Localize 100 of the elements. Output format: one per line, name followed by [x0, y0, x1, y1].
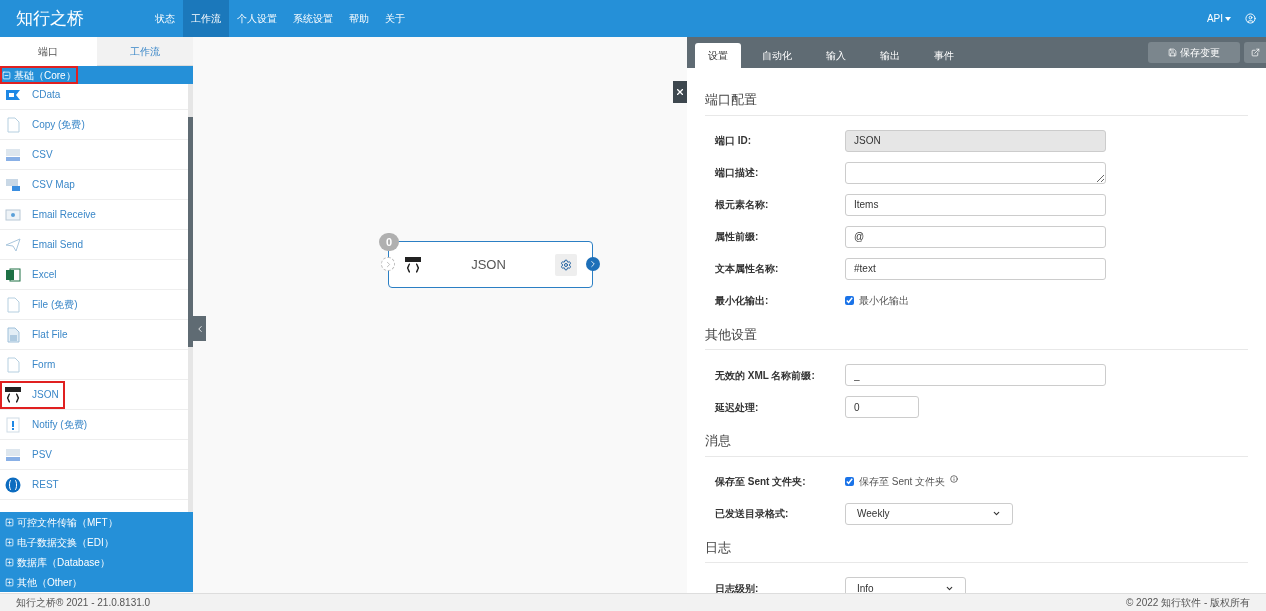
panel-tab[interactable]: 输出 — [867, 43, 913, 68]
connector-item[interactable]: Form — [0, 350, 188, 380]
spreadsheet-file-icon — [5, 147, 21, 162]
save-icon — [1168, 48, 1177, 57]
map-file-icon — [5, 177, 21, 192]
document-icon — [6, 356, 20, 373]
info-icon[interactable] — [950, 474, 959, 483]
connector-item[interactable]: PSV — [0, 440, 188, 470]
panel-tab[interactable]: 自动化 — [749, 43, 805, 68]
connector-label: Excel — [32, 268, 57, 282]
nav-link[interactable]: 个人设置 — [229, 0, 285, 37]
logo[interactable]: 知行之桥 — [0, 0, 147, 37]
nav-link[interactable]: 关于 — [377, 0, 413, 37]
panel-tab[interactable]: 输入 — [813, 43, 859, 68]
connector-label: PSV — [32, 448, 52, 462]
group-label: 基础（Core） — [14, 68, 76, 83]
text-field[interactable]: @ — [845, 225, 1106, 248]
connector-label: CSV — [32, 148, 53, 162]
envelope-icon — [5, 208, 21, 221]
group-header[interactable]: 数据库（Database） — [0, 552, 193, 572]
group-header[interactable]: 电子数据交换（EDI） — [0, 532, 193, 552]
field-label: 保存至 Sent 文件夹: — [714, 475, 807, 489]
group-header[interactable]: 基础（Core） — [0, 66, 193, 84]
connector-label: Email Send — [32, 238, 84, 252]
field-label: 最小化输出: — [714, 294, 770, 308]
json-file-icon — [4, 385, 22, 404]
node-badge: 0 — [379, 233, 399, 251]
version-text: 知行之桥® 2021 - 21.0.8131.0 — [16, 596, 151, 610]
json-file-icon — [404, 255, 422, 274]
panel-tab[interactable]: 设置 — [695, 43, 741, 68]
text-field[interactable]: Items — [845, 193, 1106, 216]
input-port[interactable] — [381, 257, 395, 271]
collapse-handle[interactable] — [193, 316, 206, 341]
group-header[interactable]: 可控文件传输（MFT） — [0, 512, 193, 532]
checkbox-label: 最小化输出 — [859, 294, 909, 308]
alert-icon — [6, 416, 20, 433]
dropdown[interactable]: Weekly — [845, 502, 1013, 525]
connector-item[interactable]: REST — [0, 470, 188, 500]
document-icon — [6, 296, 20, 313]
connector-label: Form — [32, 358, 56, 372]
nav-link[interactable]: 状态 — [147, 0, 183, 37]
field-label: 属性前缀: — [714, 230, 760, 244]
nav-link[interactable]: 工作流 — [183, 0, 229, 37]
external-link-icon — [1250, 48, 1260, 57]
caret-icon — [1225, 16, 1231, 21]
field-label: 延迟处理: — [713, 400, 760, 415]
close-button[interactable] — [673, 81, 687, 103]
chevron-down-icon — [992, 509, 1001, 518]
checkbox[interactable] — [845, 477, 854, 486]
connector-item[interactable]: Notify (免费) — [0, 410, 188, 440]
connector-label: CSV Map — [32, 178, 75, 192]
expand-icon — [5, 517, 14, 527]
rest-icon — [5, 476, 21, 493]
document-icon — [6, 116, 20, 133]
connector-item[interactable]: Flat File — [0, 320, 188, 350]
paper-plane-icon — [5, 237, 21, 252]
output-port[interactable] — [586, 257, 600, 271]
connector-label: File (免费) — [32, 298, 78, 312]
gear-icon — [560, 258, 572, 271]
open-external-button[interactable] — [1244, 42, 1266, 63]
connector-item[interactable]: CSV Map — [0, 170, 188, 200]
settings-button[interactable] — [555, 253, 577, 276]
field-label: 端口描述: — [714, 166, 760, 180]
expand-icon — [5, 577, 14, 587]
section-title: 端口配置 — [705, 90, 1248, 116]
nav-link[interactable]: 帮助 — [341, 0, 377, 37]
text-field[interactable]: #text — [845, 257, 1106, 280]
checkbox-label: 保存至 Sent 文件夹 — [859, 475, 946, 489]
text-field[interactable]: _ — [845, 364, 1106, 386]
field-label: 端口 ID: — [714, 134, 753, 148]
connector-label: Flat File — [32, 328, 68, 342]
expand-icon — [5, 557, 14, 567]
nav-link[interactable]: 系统设置 — [285, 0, 341, 37]
node-title: JSON — [470, 255, 507, 274]
connector-item[interactable]: CData — [0, 84, 188, 110]
connector-item[interactable]: Excel — [0, 260, 188, 290]
sidebar-tab[interactable]: 工作流 — [96, 37, 193, 66]
connector-item[interactable]: File (免费) — [0, 290, 188, 320]
group-label: 可控文件传输（MFT） — [17, 515, 118, 530]
section-title: 日志 — [705, 537, 1248, 563]
checkbox[interactable] — [845, 296, 854, 305]
connector-item[interactable]: JSON — [0, 380, 188, 410]
connector-item[interactable]: Email Receive — [0, 200, 188, 230]
user-icon[interactable] — [1245, 13, 1256, 24]
dropdown[interactable]: Info — [845, 577, 966, 593]
group-label: 电子数据交换（EDI） — [17, 535, 114, 550]
connector-label: REST — [32, 478, 59, 492]
connector-label: Email Receive — [32, 208, 96, 222]
text-field[interactable]: 0 — [845, 396, 919, 418]
section-title: 其他设置 — [705, 324, 1248, 350]
panel-tab[interactable]: 事件 — [921, 43, 967, 68]
group-header[interactable]: 其他（Other） — [0, 572, 193, 592]
cdata-icon — [5, 88, 21, 101]
field-label: 无效的 XML 名称前缀: — [714, 368, 816, 383]
save-button[interactable]: 保存变更 — [1148, 42, 1240, 63]
connector-item[interactable]: CSV — [0, 140, 188, 170]
connector-label: Notify (免费) — [32, 418, 87, 432]
connector-item[interactable]: Copy (免费) — [0, 110, 188, 140]
group-label: 数据库（Database） — [17, 555, 110, 570]
api-menu[interactable]: API — [1206, 0, 1231, 37]
